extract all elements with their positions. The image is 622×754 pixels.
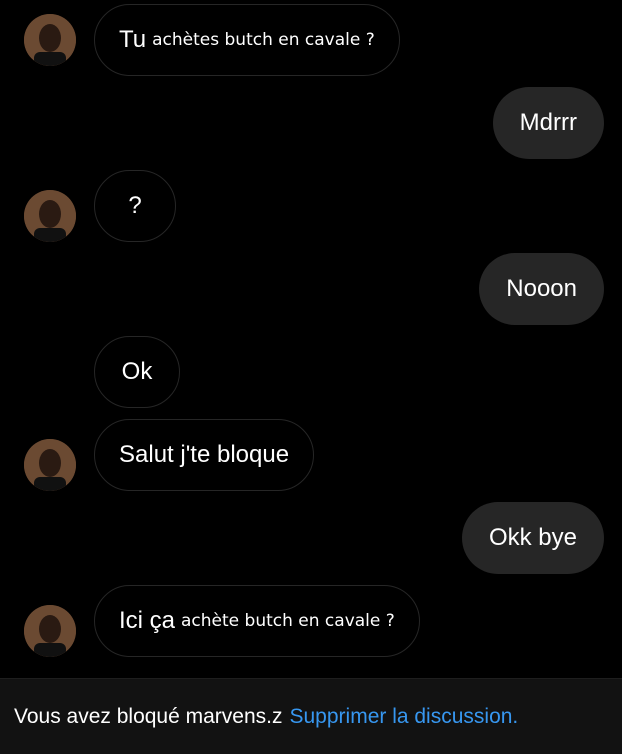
message-text: Ici ça	[119, 607, 176, 634]
delete-conversation-link[interactable]: Supprimer la discussion.	[290, 705, 519, 729]
incoming-message-bubble[interactable]: ?	[94, 170, 176, 242]
message-thread: Tu achètes butch en cavale ? Mdrrr ? Noo…	[0, 0, 622, 678]
incoming-message-bubble[interactable]: Ok	[94, 336, 180, 408]
avatar[interactable]	[24, 439, 76, 491]
outgoing-message-bubble[interactable]: Okk bye	[461, 502, 604, 574]
blocked-notice: Vous avez bloqué marvens.z	[14, 704, 283, 728]
blocked-footer: Vous avez bloqué marvens.z Supprimer la …	[0, 678, 622, 754]
message-row: Ok	[0, 336, 622, 408]
incoming-message-bubble[interactable]: Tu achètes butch en cavale ?	[94, 4, 400, 76]
outgoing-message-bubble[interactable]: Mdrrr	[492, 87, 604, 159]
message-row: Tu achètes butch en cavale ?	[0, 4, 622, 76]
message-overlay-text: achètes butch en cavale ?	[152, 30, 375, 50]
outgoing-message-bubble[interactable]: Nooon	[479, 253, 604, 325]
avatar-photo-icon	[24, 190, 76, 242]
avatar-photo-icon	[24, 439, 76, 491]
avatar[interactable]	[24, 605, 76, 657]
avatar-photo-icon	[24, 14, 76, 66]
message-text: ?	[128, 192, 142, 219]
message-text: Mdrrr	[519, 109, 577, 136]
incoming-message-bubble[interactable]: Ici ça achète butch en cavale ?	[94, 585, 420, 657]
message-row: Mdrrr	[0, 87, 622, 159]
message-row: Nooon	[0, 253, 622, 325]
avatar-photo-icon	[24, 605, 76, 657]
message-row: Okk bye	[0, 502, 622, 574]
avatar[interactable]	[24, 190, 76, 242]
message-text: Nooon	[506, 275, 577, 302]
message-text: Salut j'te bloque	[119, 441, 290, 468]
message-row: ?	[0, 170, 622, 242]
message-row: Ici ça achète butch en cavale ?	[0, 585, 622, 657]
message-text: Tu	[119, 26, 147, 53]
message-row: Salut j'te bloque	[0, 419, 622, 491]
message-text: Ok	[121, 358, 153, 385]
message-overlay-text: achète butch en cavale ?	[181, 611, 395, 631]
incoming-message-bubble[interactable]: Salut j'te bloque	[94, 419, 315, 491]
avatar[interactable]	[24, 14, 76, 66]
message-text: Okk bye	[488, 524, 577, 551]
